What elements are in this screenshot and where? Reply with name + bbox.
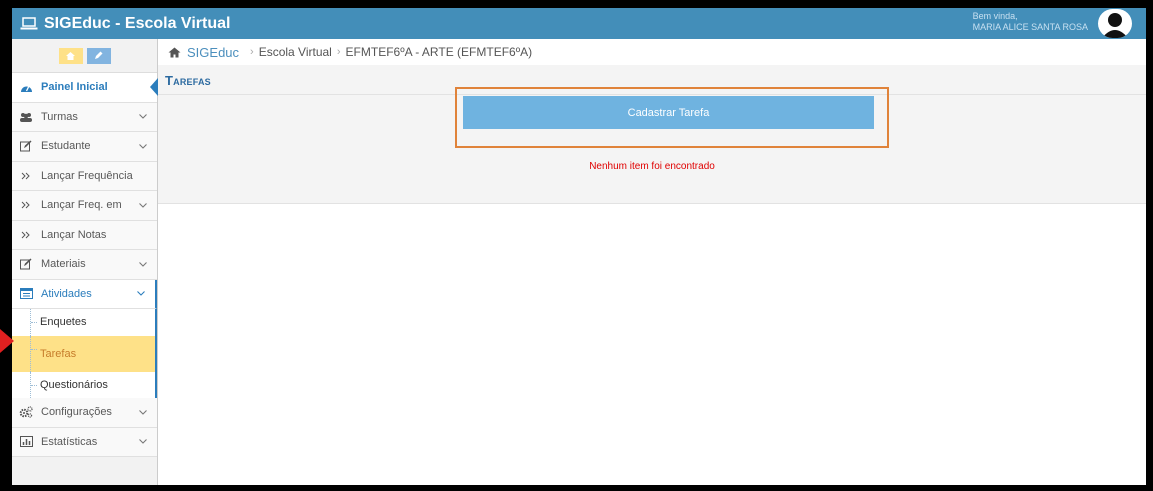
breadcrumb: SIGEduc › Escola Virtual › EFMTEF6ºA - A… [158, 39, 1146, 65]
chevron-down-icon [139, 202, 149, 208]
sidebar-item-materiais[interactable]: Materiais [12, 250, 157, 280]
submenu-item-label: Tarefas [40, 347, 77, 360]
sidebar-item-estatisticas[interactable]: Estatísticas [12, 427, 157, 457]
chevron-down-icon [137, 291, 147, 297]
sidebar-item-configuracoes[interactable]: Configurações [12, 398, 157, 428]
submenu-item-label: Questionários [40, 378, 108, 391]
breadcrumb-item: EFMTEF6ºA - ARTE (EFMTEF6ºA) [345, 45, 533, 59]
dashboard-icon [19, 80, 33, 94]
sidebar-item-lancar-notas[interactable]: Lançar Notas [12, 220, 157, 250]
sidebar-item-atividades[interactable]: Atividades [12, 279, 157, 309]
chevron-down-icon [139, 114, 149, 120]
edit-icon [19, 257, 33, 271]
sidebar-item-label: Estatísticas [41, 435, 98, 448]
bar-chart-icon [19, 435, 33, 449]
breadcrumb-item[interactable]: Escola Virtual [259, 45, 332, 59]
chevron-down-icon [139, 439, 149, 445]
submenu-item-tarefas[interactable]: Tarefas [12, 335, 157, 372]
pencil-icon [94, 47, 103, 65]
gears-icon [19, 405, 33, 419]
double-chevron-icon [19, 228, 33, 242]
sidebar-item-lancar-frequencia[interactable]: Lançar Frequência [12, 161, 157, 191]
edit-icon [19, 139, 33, 153]
sidebar-item-painel-inicial[interactable]: Painel Inicial [12, 73, 158, 103]
sidebar-item-label: Materiais [41, 258, 86, 271]
greeting: Bem vinda, [972, 11, 1018, 21]
brand[interactable]: SIGEduc - Escola Virtual [20, 8, 230, 39]
chevron-down-icon [139, 143, 149, 149]
sidebar-item-label: Lançar Notas [41, 228, 107, 241]
sidebar-item-label: Configurações [41, 406, 112, 419]
laptop-icon [20, 16, 38, 31]
sidebar-item-label: Turmas [41, 110, 78, 123]
sidebar-item-turmas[interactable]: Turmas [12, 102, 157, 132]
empty-state-message: Nenhum item foi encontrado [589, 161, 715, 172]
breadcrumb-root-link[interactable]: SIGEduc [187, 45, 239, 60]
main-content: SIGEduc › Escola Virtual › EFMTEF6ºA - A… [158, 39, 1146, 485]
app-title: SIGEduc - Escola Virtual [44, 14, 231, 32]
edit-shortcut-button[interactable] [86, 47, 111, 65]
submenu-item-label: Enquetes [40, 316, 87, 329]
double-chevron-icon [19, 198, 33, 212]
breadcrumb-separator-icon: › [336, 46, 341, 58]
top-navbar: SIGEduc - Escola Virtual Bem vinda, MARI… [12, 8, 1146, 39]
users-icon [19, 110, 33, 124]
sidebar-item-label: Lançar Frequência [41, 169, 133, 182]
avatar[interactable] [1098, 9, 1132, 38]
submenu-item-questionarios[interactable]: Questionários [12, 371, 157, 398]
app-window: SIGEduc - Escola Virtual Bem vinda, MARI… [12, 8, 1146, 485]
home-icon [66, 47, 75, 65]
submenu-item-enquetes[interactable]: Enquetes [12, 309, 157, 336]
sidebar-item-label: Lançar Freq. em [41, 199, 122, 212]
sidebar-shortcuts [12, 39, 157, 73]
sidebar-item-label: Painel Inicial [41, 81, 108, 94]
home-shortcut-button[interactable] [58, 47, 83, 65]
sidebar: Painel Inicial Turmas Estudante Lançar F… [12, 39, 158, 485]
sidebar-item-lancar-freq-em[interactable]: Lançar Freq. em [12, 191, 157, 221]
sidebar-item-label: Atividades [41, 287, 92, 300]
chevron-down-icon [139, 409, 149, 415]
chevron-down-icon [139, 261, 149, 267]
home-icon[interactable] [168, 47, 181, 58]
user-name: MARIA ALICE SANTA ROSA [972, 22, 1088, 32]
sidebar-item-estudante[interactable]: Estudante [12, 132, 157, 162]
page-content: Tarefas Cadastrar Tarefa Nenhum item foi… [158, 65, 1146, 204]
sidebar-item-label: Estudante [41, 140, 91, 153]
page-title: Tarefas [165, 73, 211, 88]
breadcrumb-separator-icon: › [250, 46, 254, 58]
user-info[interactable]: Bem vinda, MARIA ALICE SANTA ROSA [973, 11, 1088, 33]
cadastrar-tarefa-button[interactable]: Cadastrar Tarefa [463, 96, 874, 129]
double-chevron-icon [19, 169, 33, 183]
annotation-arrow-icon [0, 329, 14, 353]
list-icon [19, 287, 33, 301]
